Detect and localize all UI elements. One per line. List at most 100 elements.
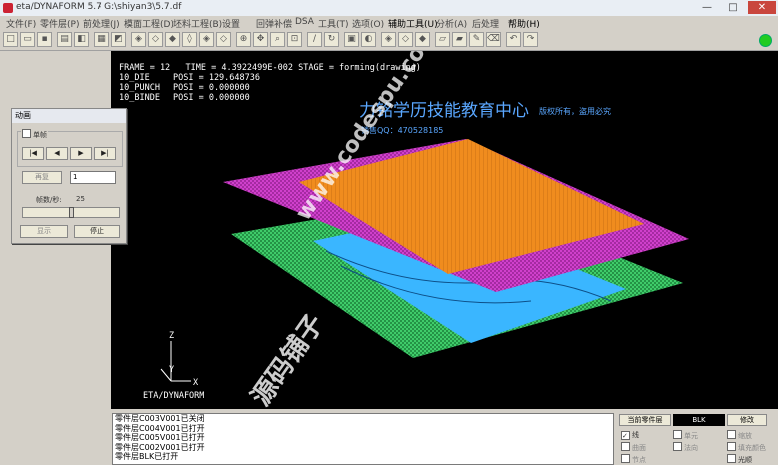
checkbox-normal-label: 法向 (684, 444, 698, 452)
zoom-icon[interactable]: ⌕ (270, 32, 285, 47)
current-part-button[interactable]: 当前零件层 (619, 414, 671, 426)
fit-icon[interactable]: ⊡ (287, 32, 302, 47)
pan-icon[interactable]: ✥ (253, 32, 268, 47)
pencil-icon[interactable]: ✎ (469, 32, 484, 47)
brand-label: ETA/DYNAFORM (143, 391, 205, 401)
part-layer-icon[interactable]: ◧ (74, 32, 89, 47)
view-iso-icon[interactable]: ◈ (131, 32, 146, 47)
measure-icon[interactable]: ∕ (307, 32, 322, 47)
checkbox-node[interactable]: 节点 (621, 454, 646, 465)
app-title: eta/DYNAFORM 5.7 (16, 2, 102, 12)
console-line: 零件层BLK已打开 (115, 452, 179, 461)
cube-icon[interactable]: ◈ (381, 32, 396, 47)
view-front-icon[interactable]: ◆ (165, 32, 180, 47)
eraser-icon[interactable]: ⌫ (486, 32, 501, 47)
modify-button[interactable]: 修改 (727, 414, 767, 426)
part-posi-die: POSI = 129.648736 (173, 73, 260, 83)
fps-slider[interactable] (22, 207, 120, 218)
checkbox-element[interactable]: 单元 (673, 430, 698, 441)
fps-slider-thumb[interactable] (69, 207, 74, 218)
graphics-viewport[interactable]: FRAME = 12 TIME = 4.3922499E-002 STAGE =… (111, 51, 778, 409)
print-icon[interactable]: ▤ (57, 32, 72, 47)
shade-icon[interactable]: ◐ (361, 32, 376, 47)
first-frame-button[interactable]: |◀ (22, 147, 44, 160)
close-button[interactable]: ✕ (748, 1, 776, 14)
animation-dialog: 动画 单帧 |◀ ◀ ▶ ▶| 再复 1 帧数/秒: 25 显示 停止 (11, 108, 127, 244)
menu-analysis[interactable]: 分析(A) (436, 17, 467, 30)
checkbox-scale[interactable]: 缩放 (727, 430, 752, 441)
app-icon (3, 3, 13, 13)
stop-button[interactable]: 停止 (74, 225, 120, 238)
view-top-icon[interactable]: ◇ (148, 32, 163, 47)
last-frame-button[interactable]: ▶| (94, 147, 116, 160)
refresh-icon[interactable]: ↻ (324, 32, 339, 47)
checkbox-element-label: 单元 (684, 432, 698, 440)
minimize-button[interactable]: — (694, 1, 720, 14)
display-options-panel: 当前零件层 BLK 修改 ✓ 线 单元 缩放 曲面 法向 填充颜色 节点 光顺 (617, 412, 778, 465)
menu-utilities[interactable]: 辅助工具(U) (388, 17, 438, 30)
console-line: 零件层C002V001已打开 (115, 442, 205, 452)
menu-bar: 文件(F) 零件层(P) 前处理(J) 模面工程(D) 坯料工程(B) 设置 回… (0, 16, 778, 30)
edge-icon[interactable]: ▰ (452, 32, 467, 47)
part-posi-binder: POSI = 0.000000 (173, 93, 250, 103)
wire-cube-icon[interactable]: ◇ (398, 32, 413, 47)
checkbox-line-label: 线 (632, 431, 639, 439)
menu-springback[interactable]: 回弹补偿 (256, 17, 292, 30)
view-back-icon[interactable]: ◈ (199, 32, 214, 47)
fps-value: 25 (76, 195, 85, 203)
single-frame-label: 单帧 (33, 131, 47, 139)
frame-info: FRAME = 12 TIME = 4.3922499E-002 STAGE =… (119, 63, 421, 73)
menu-settings[interactable]: 设置 (222, 17, 240, 30)
message-console[interactable]: 零件层C003V001已关闭 零件层C004V001已打开 零件层C005V00… (112, 413, 614, 465)
view-bottom-icon[interactable]: ◇ (216, 32, 231, 47)
element-icon[interactable]: ◩ (111, 32, 126, 47)
menu-part-layer[interactable]: 零件层(P) (40, 17, 79, 30)
current-part-value: BLK (673, 414, 725, 426)
menu-blank-engineering[interactable]: 坯料工程(B) (173, 17, 222, 30)
status-light-icon (759, 34, 772, 47)
menu-preprocess[interactable]: 前处理(J) (83, 17, 120, 30)
toolbar: □ ▭ ▪ ▤ ◧ ▦ ◩ ◈ ◇ ◆ ◊ ◈ ◇ ⊕ ✥ ⌕ ⊡ ∕ ↻ ▣ … (0, 30, 778, 51)
show-button[interactable]: 显示 (20, 225, 68, 238)
axis-x-label: X (193, 378, 199, 388)
play-button[interactable]: ▶ (70, 147, 92, 160)
title-bar: eta/DYNAFORM 5.7 - G:\shiyan3\5.7.df — □… (0, 0, 778, 17)
checkbox-fill-color-label: 填充颜色 (738, 444, 766, 452)
single-frame-checkbox[interactable]: 单帧 (21, 129, 48, 140)
part-posi-punch: POSI = 0.000000 (173, 83, 250, 93)
dialog-title: 动画 (12, 109, 126, 123)
solid-cube-icon[interactable]: ◆ (415, 32, 430, 47)
prev-frame-button[interactable]: ◀ (46, 147, 68, 160)
surface-icon[interactable]: ▱ (435, 32, 450, 47)
axis-z-label: Z (169, 331, 175, 341)
part-name-punch: 10_PUNCH (119, 83, 160, 93)
mesh-icon[interactable]: ▦ (94, 32, 109, 47)
checkbox-surface[interactable]: 曲面 (621, 442, 646, 453)
part-name-die: 10_DIE (119, 73, 150, 83)
rotate-icon[interactable]: ⊕ (236, 32, 251, 47)
menu-die-engineering[interactable]: 模面工程(D) (124, 17, 174, 30)
menu-options[interactable]: 选项(O) (352, 17, 384, 30)
redo-icon[interactable]: ↷ (523, 32, 538, 47)
undo-icon[interactable]: ↶ (506, 32, 521, 47)
menu-tools[interactable]: 工具(T) (318, 17, 349, 30)
view-side-icon[interactable]: ◊ (182, 32, 197, 47)
frame-input[interactable]: 1 (70, 171, 116, 184)
frame-icon[interactable]: ▣ (344, 32, 359, 47)
menu-file[interactable]: 文件(F) (6, 17, 36, 30)
watermark-rights: 版权所有，盗用必究 (539, 107, 611, 116)
checkbox-line[interactable]: ✓ 线 (621, 430, 639, 440)
menu-postprocess[interactable]: 后处理 (472, 17, 499, 30)
open-file-icon[interactable]: ▭ (20, 32, 35, 47)
checkbox-fill-color[interactable]: 填充颜色 (727, 442, 766, 453)
new-file-icon[interactable]: □ (3, 32, 18, 47)
save-icon[interactable]: ▪ (37, 32, 52, 47)
checkbox-smooth[interactable]: 光顺 (727, 454, 752, 465)
menu-help[interactable]: 帮助(H) (508, 17, 540, 30)
console-line: 零件层C003V001已关闭 (115, 414, 205, 423)
reset-button[interactable]: 再复 (22, 171, 62, 184)
maximize-button[interactable]: □ (720, 1, 746, 14)
menu-dsa[interactable]: DSA (295, 17, 314, 27)
console-line: 零件层C004V001已打开 (115, 423, 205, 433)
checkbox-normal[interactable]: 法向 (673, 442, 698, 453)
